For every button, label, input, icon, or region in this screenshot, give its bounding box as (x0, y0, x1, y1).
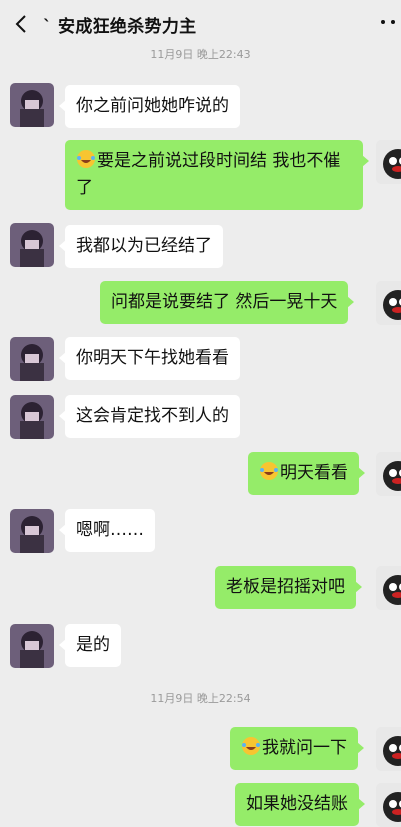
message-text: 明天看看 (280, 463, 348, 483)
message-bubble: 嗯啊…… (59, 509, 155, 552)
avatar[interactable] (10, 337, 54, 381)
avatar[interactable] (376, 140, 401, 184)
message-bubble: 你明天下午找她看看 (59, 337, 240, 380)
more-dots-icon (381, 20, 395, 24)
more-button[interactable] (375, 10, 397, 34)
avatar[interactable] (10, 223, 54, 267)
timestamp: 11月9日 晚上22:54 (150, 692, 251, 705)
avatar[interactable] (376, 452, 401, 496)
avatar[interactable] (10, 395, 54, 439)
chat-title: ˋ 安成狂绝杀势力主 (43, 17, 197, 37)
avatar[interactable] (376, 783, 401, 827)
back-button[interactable] (12, 13, 32, 35)
message-bubble: 如果她没结账 (235, 783, 365, 826)
message-text: 要是之前说过段时间结 我也不催了 (76, 151, 341, 198)
message-bubble: 明天看看 (248, 452, 365, 495)
message-bubble: 我就问一下 (230, 727, 364, 770)
chat-header: ˋ 安成狂绝杀势力主 (0, 0, 401, 48)
laugh-cry-emoji (242, 737, 260, 755)
message-bubble: 问都是说要结了 然后一晃十天 (100, 281, 355, 324)
avatar[interactable] (10, 624, 54, 668)
avatar[interactable] (10, 83, 54, 127)
timestamp: 11月9日 晚上22:43 (150, 48, 251, 61)
message-bubble: 我都以为已经结了 (59, 225, 223, 268)
message-bubble: 你之前问她她咋说的 (59, 85, 240, 128)
message-text: 我就问一下 (262, 738, 347, 758)
message-bubble: 是的 (59, 624, 121, 667)
avatar[interactable] (376, 281, 401, 325)
message-bubble: 老板是招摇对吧 (215, 566, 362, 609)
message-bubble: 要是之前说过段时间结 我也不催了 (65, 140, 369, 210)
laugh-cry-emoji (260, 462, 278, 480)
chevron-left-icon (15, 15, 26, 33)
avatar[interactable] (376, 566, 401, 610)
avatar[interactable] (376, 727, 401, 771)
message-bubble: 这会肯定找不到人的 (59, 395, 240, 438)
laugh-cry-emoji (77, 150, 95, 168)
avatar[interactable] (10, 509, 54, 553)
